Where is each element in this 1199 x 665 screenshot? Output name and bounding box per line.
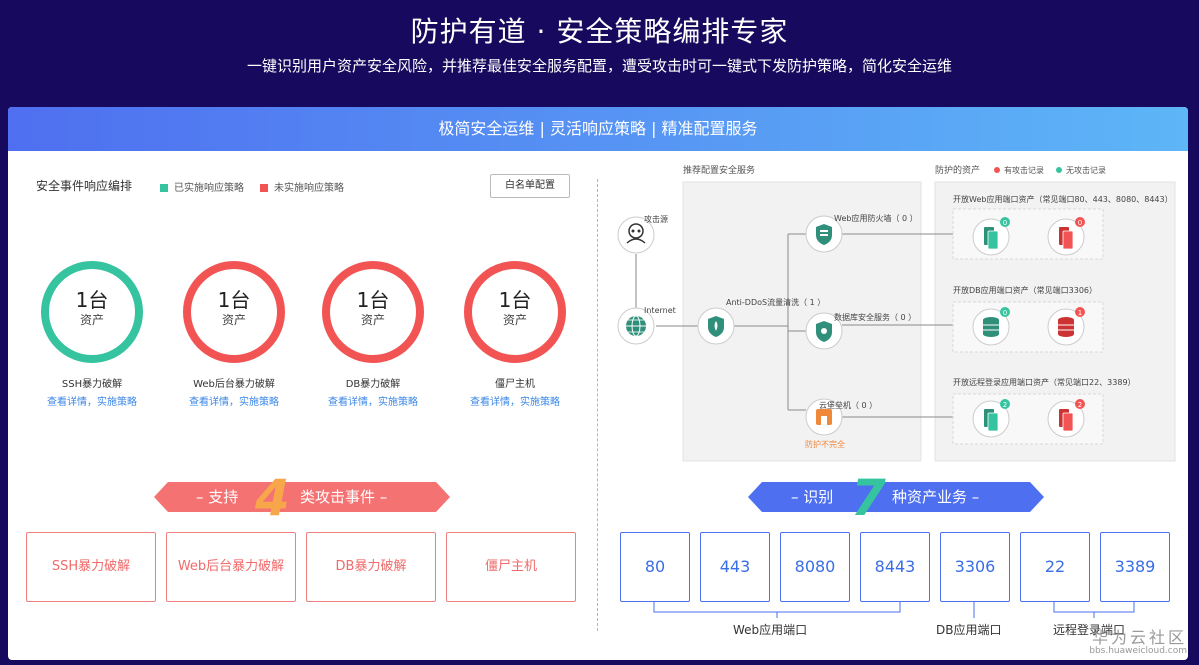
port-box[interactable]: 3306 bbox=[940, 532, 1010, 602]
legend-clean: 无攻击记录 bbox=[1066, 165, 1106, 175]
port-box[interactable]: 3389 bbox=[1100, 532, 1170, 602]
badge-count: 0 bbox=[1003, 309, 1007, 317]
topology-diagram: 推荐配置安全服务 防护的资产 有攻击记录 无攻击记录 攻击源 Internet … bbox=[617, 164, 1176, 618]
internet-label: Internet bbox=[644, 306, 676, 315]
database-icon bbox=[1058, 317, 1074, 337]
dbss-label: 数据库安全服务（ 0 ） bbox=[834, 312, 916, 322]
group-remote-label: 开放远程登录应用端口资产（常见端口22、3389） bbox=[953, 377, 1136, 387]
bastion-warning: 防护不完全 bbox=[805, 439, 845, 449]
anti-ddos-label: Anti-DDoS流量清洗（ 1 ） bbox=[726, 297, 825, 307]
badge-count: 2 bbox=[1078, 401, 1082, 409]
database-icon bbox=[983, 317, 999, 337]
attack-source-label: 攻击源 bbox=[644, 214, 668, 224]
port-group-label: DB应用端口 bbox=[936, 623, 1002, 637]
ribbon-number: 7 bbox=[851, 469, 886, 527]
group-web-label: 开放Web应用端口资产（常见端口80、443、8080、8443） bbox=[953, 194, 1173, 204]
hero-title: 防护有道 · 安全策略编排专家 bbox=[410, 15, 789, 48]
badge-count: 1 bbox=[1078, 309, 1082, 317]
legend-attacked: 有攻击记录 bbox=[1004, 165, 1044, 175]
ribbon-text-pre: – 识别 bbox=[791, 488, 834, 506]
ribbon-text-post: 种资产业务 – bbox=[892, 488, 980, 506]
main-panel: 极简安全运维 | 灵活响应策略 | 精准配置服务 安全事件响应编排 已实施响应策… bbox=[8, 107, 1188, 660]
legend-dot-red bbox=[994, 167, 1000, 173]
bastion-castle-icon bbox=[816, 409, 832, 425]
badge-count: 2 bbox=[1003, 401, 1007, 409]
watermark: 华为云社区 bbox=[1091, 628, 1187, 647]
recommend-title: 推荐配置安全服务 bbox=[683, 164, 755, 176]
globe-icon bbox=[626, 315, 646, 337]
port-box[interactable]: 22 bbox=[1020, 532, 1090, 602]
bastion-label: 云堡垒机（ 0 ） bbox=[819, 400, 877, 410]
hero-subtitle: 一键识别用户资产安全风险，并推荐最佳安全服务配置，遭受攻击时可一键式下发防护策略… bbox=[246, 57, 952, 75]
badge-count: 0 bbox=[1078, 219, 1082, 227]
waf-label: Web应用防火墙（ 0 ） bbox=[834, 213, 918, 223]
watermark-url: bbs.huaweicloud.com bbox=[1089, 646, 1187, 656]
port-bracket-lines bbox=[653, 602, 1135, 618]
legend-dot-green bbox=[1056, 167, 1062, 173]
port-box[interactable]: 8080 bbox=[780, 532, 850, 602]
port-box[interactable]: 443 bbox=[700, 532, 770, 602]
port-box[interactable]: 80 bbox=[620, 532, 690, 602]
protected-title: 防护的资产 bbox=[935, 164, 980, 176]
badge-count: 0 bbox=[1003, 219, 1007, 227]
port-group-label: Web应用端口 bbox=[733, 623, 808, 637]
group-db-label: 开放DB应用端口资产（常见端口3306） bbox=[953, 285, 1097, 295]
port-box[interactable]: 8443 bbox=[860, 532, 930, 602]
